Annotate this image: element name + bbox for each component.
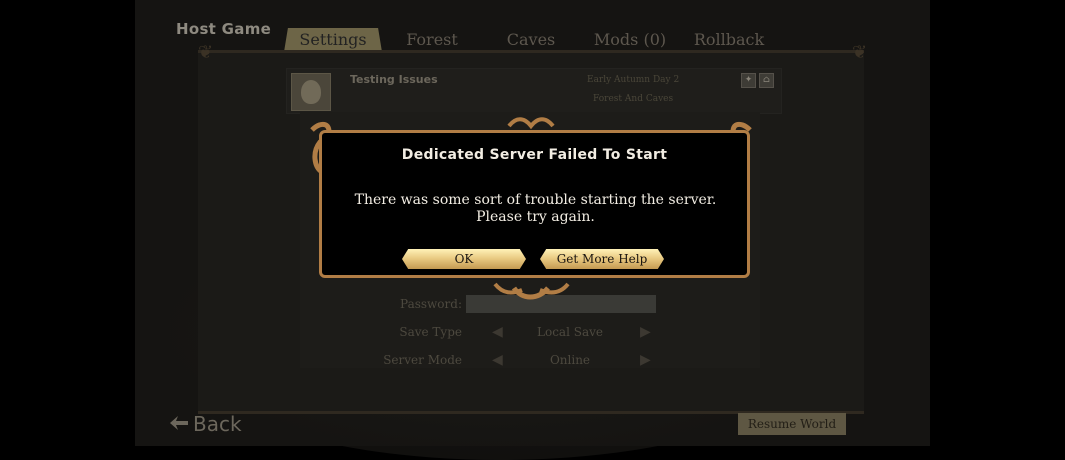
server-status-icons: ✦ ⌂ — [741, 73, 774, 88]
caves-icon: ⌂ — [759, 73, 774, 88]
save-type-next-icon[interactable]: ▶ — [640, 321, 651, 343]
dialog-message: There was some sort of trouble starting … — [354, 192, 717, 225]
error-dialog: Dedicated Server Failed To Start There w… — [319, 130, 750, 278]
server-summary-row: Testing Issues Early Autumn Day 2 Forest… — [286, 68, 782, 114]
server-mode-prev-icon[interactable]: ◀ — [492, 349, 503, 371]
world-icon: ✦ — [741, 73, 756, 88]
server-day: Early Autumn Day 2 — [587, 75, 680, 85]
tab-caves[interactable]: Caves — [482, 28, 580, 52]
save-type-row: Save Type ◀ Local Save ▶ — [399, 321, 700, 343]
frame-left-ornament: ❦ — [198, 42, 214, 63]
server-mode-row: Server Mode ◀ Online ▶ — [383, 349, 700, 371]
back-arrow-icon — [170, 416, 188, 430]
dialog-title: Dedicated Server Failed To Start — [401, 147, 668, 163]
get-more-help-button[interactable]: Get More Help — [540, 249, 664, 269]
back-label: Back — [193, 412, 242, 436]
tab-settings[interactable]: Settings — [284, 28, 382, 52]
tab-rollback[interactable]: Rollback — [680, 28, 778, 52]
server-name: Testing Issues — [350, 73, 438, 86]
frame-right-ornament: ❦ — [852, 42, 868, 63]
resume-world-button[interactable]: Resume World — [738, 413, 846, 435]
server-world-type: Forest And Caves — [593, 94, 674, 104]
save-type-label: Save Type — [399, 325, 462, 339]
player-avatar-icon — [291, 73, 331, 111]
tab-forest[interactable]: Forest — [383, 28, 481, 52]
app-screen: Host Game Settings Forest Caves Mods (0)… — [0, 0, 1065, 460]
tab-mods[interactable]: Mods (0) — [581, 28, 679, 52]
server-mode-label: Server Mode — [383, 353, 462, 367]
save-type-prev-icon[interactable]: ◀ — [492, 321, 503, 343]
ok-button[interactable]: OK — [402, 249, 526, 269]
server-mode-value: Online — [549, 353, 591, 367]
save-type-value: Local Save — [537, 325, 603, 339]
page-title: Host Game — [176, 20, 272, 38]
server-mode-next-icon[interactable]: ▶ — [640, 349, 651, 371]
